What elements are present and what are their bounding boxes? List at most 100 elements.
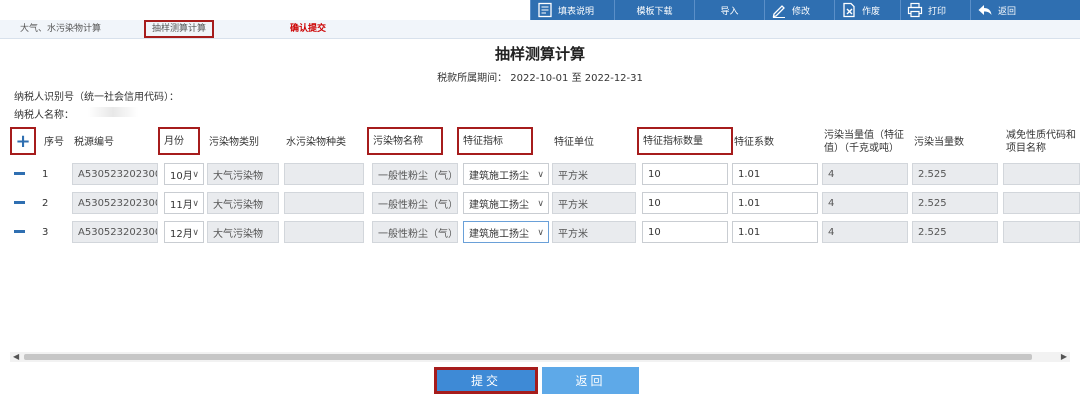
tax-period: 税款所属期间： 2022-10-01 至 2022-12-31 bbox=[437, 73, 643, 84]
scroll-left-icon[interactable]: ◀ bbox=[13, 352, 19, 362]
indicator-qty-input[interactable]: 10 bbox=[642, 163, 728, 185]
template-download-label: 模板下载 bbox=[636, 6, 673, 17]
cell-equiv-value: 4 bbox=[822, 221, 908, 243]
doc-icon bbox=[537, 2, 553, 18]
indicator-value: 建筑施工扬尘 bbox=[469, 228, 529, 240]
chevron-down-icon: ∨ bbox=[192, 199, 199, 209]
fill-instructions-label: 填表说明 bbox=[558, 6, 595, 17]
header-source-no: 税源编号 bbox=[74, 136, 114, 148]
indicator-qty-input[interactable]: 10 bbox=[642, 221, 728, 243]
cell-exempt-code[interactable] bbox=[1003, 163, 1080, 185]
indicator-select[interactable]: 建筑施工扬尘 ∨ bbox=[463, 192, 549, 214]
horizontal-scrollbar[interactable]: ◀ ▶ bbox=[10, 352, 1070, 362]
cell-equiv-value: 4 bbox=[822, 192, 908, 214]
cell-source-no: A53052320230000 bbox=[72, 192, 158, 214]
printer-icon bbox=[907, 2, 923, 18]
toolbar-strip: 填表说明 模板下载 导入 修改 作废 打印 返回 bbox=[530, 0, 1080, 20]
indicator-select[interactable]: 建筑施工扬尘 ∨ bbox=[463, 221, 549, 243]
header-seq: 序号 bbox=[44, 136, 64, 148]
taxpayer-id-label: 纳税人识别号（统一社会信用代码）： bbox=[14, 92, 179, 103]
cell-water-type bbox=[284, 192, 364, 214]
header-pollutant-category: 污染物类别 bbox=[209, 136, 259, 148]
cell-unit: 平方米 bbox=[552, 192, 636, 214]
cell-source-no: A53052320230000 bbox=[72, 163, 158, 185]
cell-unit: 平方米 bbox=[552, 163, 636, 185]
cell-pollutant-category: 大气污染物 bbox=[207, 221, 279, 243]
month-value: 11月 bbox=[170, 199, 193, 211]
fill-instructions-button[interactable]: 填表说明 bbox=[530, 0, 614, 20]
header-indicator: 特征指标 bbox=[457, 127, 533, 155]
chevron-down-icon: ∨ bbox=[537, 228, 544, 238]
print-label: 打印 bbox=[928, 6, 947, 17]
chevron-down-icon: ∨ bbox=[537, 199, 544, 209]
edit-icon bbox=[771, 2, 787, 18]
cell-equiv-value: 4 bbox=[822, 163, 908, 185]
cell-equiv-count: 2.525 bbox=[912, 192, 998, 214]
month-value: 10月 bbox=[170, 170, 193, 182]
chevron-down-icon: ∨ bbox=[537, 170, 544, 180]
cell-source-no: A53052320230000 bbox=[72, 221, 158, 243]
chevron-down-icon: ∨ bbox=[192, 228, 199, 238]
cell-seq: 3 bbox=[42, 226, 49, 238]
tab-air-water-calc[interactable]: 大气、水污染物计算 bbox=[20, 20, 101, 38]
void-label: 作废 bbox=[862, 6, 881, 17]
cell-seq: 2 bbox=[42, 197, 49, 209]
template-download-button[interactable]: 模板下载 bbox=[614, 0, 694, 20]
back-toolbar-button[interactable]: 返回 bbox=[970, 0, 1080, 20]
sampling-table: + 序号 税源编号 月份 污染物类别 水污染物种类 污染物名称 特征指标 特征单… bbox=[10, 125, 1080, 350]
coefficient-input[interactable]: 1.01 bbox=[732, 221, 818, 243]
void-button[interactable]: 作废 bbox=[834, 0, 900, 20]
remove-row-button[interactable] bbox=[14, 172, 25, 175]
cell-seq: 1 bbox=[42, 168, 49, 180]
header-indicator-qty: 特征指标数量 bbox=[637, 127, 733, 155]
back-button[interactable]: 返回 bbox=[542, 367, 639, 394]
table-row: 1 A53052320230000 10月∨ 大气污染物 一般性粉尘（气） 建筑… bbox=[10, 160, 1080, 188]
remove-row-button[interactable] bbox=[14, 201, 25, 204]
cell-equiv-count: 2.525 bbox=[912, 221, 998, 243]
top-toolbar: 填表说明 模板下载 导入 修改 作废 打印 返回 bbox=[0, 0, 1080, 20]
header-month: 月份 bbox=[158, 127, 200, 155]
chevron-down-icon: ∨ bbox=[192, 170, 199, 180]
cell-pollutant-category: 大气污染物 bbox=[207, 163, 279, 185]
remove-row-button[interactable] bbox=[14, 230, 25, 233]
indicator-value: 建筑施工扬尘 bbox=[469, 170, 529, 182]
coefficient-input[interactable]: 1.01 bbox=[732, 192, 818, 214]
void-icon bbox=[841, 2, 857, 18]
cell-pollutant-category: 大气污染物 bbox=[207, 192, 279, 214]
header-equiv-value: 污染当量值（特征值）（千克或吨） bbox=[824, 130, 904, 154]
cell-water-type bbox=[284, 221, 364, 243]
cell-pollutant-name: 一般性粉尘（气） bbox=[372, 192, 458, 214]
table-row: 2 A53052320230000 11月∨ 大气污染物 一般性粉尘（气） 建筑… bbox=[10, 189, 1080, 217]
cell-pollutant-name: 一般性粉尘（气） bbox=[372, 163, 458, 185]
back-toolbar-label: 返回 bbox=[998, 6, 1017, 17]
header-pollutant-name: 污染物名称 bbox=[367, 127, 443, 155]
month-select[interactable]: 12月 ∨ bbox=[164, 221, 204, 243]
indicator-value: 建筑施工扬尘 bbox=[469, 199, 529, 211]
month-select[interactable]: 11月 ∨ bbox=[164, 192, 204, 214]
cell-unit: 平方米 bbox=[552, 221, 636, 243]
cell-pollutant-name: 一般性粉尘（气） bbox=[372, 221, 458, 243]
tab-bar: 大气、水污染物计算 抽样测算计算 确认提交 bbox=[0, 20, 1080, 39]
edit-button[interactable]: 修改 bbox=[764, 0, 834, 20]
tab-sampling-calc[interactable]: 抽样测算计算 bbox=[144, 20, 215, 38]
indicator-select[interactable]: 建筑施工扬尘 ∨ bbox=[463, 163, 549, 185]
import-button[interactable]: 导入 bbox=[694, 0, 764, 20]
scroll-right-icon[interactable]: ▶ bbox=[1061, 352, 1067, 362]
coefficient-input[interactable]: 1.01 bbox=[732, 163, 818, 185]
cell-exempt-code[interactable] bbox=[1003, 221, 1080, 243]
month-value: 12月 bbox=[170, 228, 193, 240]
cell-exempt-code[interactable] bbox=[1003, 192, 1080, 214]
import-label: 导入 bbox=[720, 6, 739, 17]
print-button[interactable]: 打印 bbox=[900, 0, 970, 20]
cell-water-type bbox=[284, 163, 364, 185]
add-row-button[interactable]: + bbox=[10, 127, 36, 155]
indicator-qty-input[interactable]: 10 bbox=[642, 192, 728, 214]
page-title: 抽样测算计算 bbox=[494, 45, 585, 63]
submit-button[interactable]: 提交 bbox=[434, 367, 538, 394]
tab-confirm-submit[interactable]: 确认提交 bbox=[290, 20, 326, 38]
scrollbar-thumb[interactable] bbox=[24, 354, 1032, 360]
header-coefficient: 特征系数 bbox=[734, 136, 774, 148]
header-water-type: 水污染物种类 bbox=[286, 136, 346, 148]
header-exempt-code: 减免性质代码和项目名称 bbox=[1006, 130, 1076, 154]
month-select[interactable]: 10月 ∨ bbox=[164, 163, 204, 185]
